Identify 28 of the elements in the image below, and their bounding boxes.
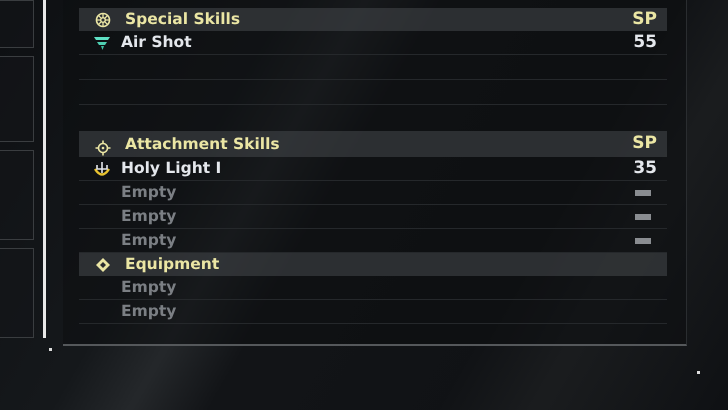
empty-slot[interactable]: Empty bbox=[121, 180, 176, 204]
wheel-icon bbox=[95, 12, 111, 28]
column-header: SP bbox=[632, 132, 657, 154]
side-panel-tab[interactable] bbox=[0, 248, 34, 338]
section-title: Equipment bbox=[125, 254, 220, 275]
side-panel-tab[interactable] bbox=[0, 150, 34, 240]
empty-slot[interactable]: Empty bbox=[121, 228, 176, 252]
sp-value: 35 bbox=[633, 156, 657, 180]
empty-slot[interactable]: Empty bbox=[121, 276, 176, 300]
skill-name[interactable]: Air Shot bbox=[121, 30, 192, 54]
dash-mark bbox=[635, 190, 651, 196]
sp-value: 55 bbox=[633, 30, 657, 54]
column-header: SP bbox=[632, 8, 657, 31]
dash-mark bbox=[635, 214, 651, 220]
section-title: Special Skills bbox=[125, 8, 240, 30]
wind-icon bbox=[93, 34, 111, 50]
section-title: Attachment Skills bbox=[125, 134, 280, 155]
side-panel-tab[interactable] bbox=[0, 0, 34, 48]
dot-mark bbox=[697, 371, 700, 374]
crosshair-icon bbox=[95, 140, 111, 156]
dash-mark bbox=[635, 238, 651, 244]
empty-slot[interactable]: Empty bbox=[121, 300, 176, 324]
diamond-icon bbox=[95, 256, 111, 272]
side-panel-tab[interactable] bbox=[0, 56, 34, 142]
trident-icon bbox=[93, 160, 111, 176]
empty-slot[interactable]: Empty bbox=[121, 204, 176, 228]
dot-mark bbox=[49, 348, 52, 351]
skill-name[interactable]: Holy Light I bbox=[121, 156, 222, 180]
